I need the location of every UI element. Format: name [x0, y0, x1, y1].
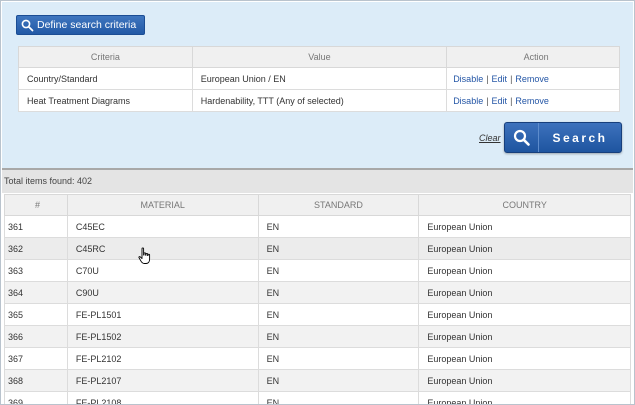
- disable-link[interactable]: Disable: [453, 96, 483, 106]
- row-number: 364: [4, 281, 68, 304]
- row-country: European Union: [418, 325, 631, 348]
- separator: |: [486, 95, 489, 106]
- table-row[interactable]: 363 C70U EN European Union: [4, 259, 631, 282]
- search-icon: [505, 123, 539, 152]
- clear-link[interactable]: Clear: [479, 133, 501, 143]
- search-button-label: Search: [552, 130, 608, 145]
- table-row[interactable]: 361 C45EC EN European Union: [4, 215, 631, 238]
- app-frame: Define search criteria Criteria Value Ac…: [0, 0, 635, 405]
- row-country: European Union: [418, 281, 631, 304]
- criteria-name: Heat Treatment Diagrams: [18, 89, 193, 112]
- row-standard: EN: [257, 215, 420, 238]
- row-country: European Union: [418, 259, 631, 282]
- row-material: C45EC: [66, 215, 259, 238]
- remove-link[interactable]: Remove: [515, 96, 549, 106]
- material-column-header[interactable]: MATERIAL: [66, 194, 259, 216]
- standard-column-header[interactable]: STANDARD: [257, 194, 420, 216]
- row-number: 366: [4, 325, 68, 348]
- row-standard: EN: [257, 347, 420, 370]
- criteria-actions: Disable | Edit | Remove: [446, 89, 620, 112]
- criteria-actions: Disable | Edit | Remove: [446, 67, 620, 90]
- edit-link[interactable]: Edit: [492, 96, 508, 106]
- table-row[interactable]: 366 FE-PL1502 EN European Union: [4, 325, 631, 348]
- row-material: C70U: [66, 259, 259, 282]
- table-row[interactable]: 367 FE-PL2102 EN European Union: [4, 347, 631, 370]
- define-search-criteria-label: Define search criteria: [37, 19, 137, 31]
- number-column-header[interactable]: #: [4, 194, 68, 216]
- criteria-row: Country/Standard European Union / EN Dis…: [18, 67, 620, 90]
- disable-link[interactable]: Disable: [453, 74, 483, 84]
- row-country: European Union: [418, 347, 631, 370]
- search-button[interactable]: Search: [504, 122, 622, 153]
- row-country: European Union: [418, 303, 631, 326]
- row-country: European Union: [418, 215, 631, 238]
- row-number: 368: [4, 369, 68, 392]
- row-standard: EN: [257, 281, 420, 304]
- row-country: European Union: [418, 391, 631, 404]
- table-row[interactable]: 364 C90U EN European Union: [4, 281, 631, 304]
- criteria-value: European Union / EN: [191, 67, 448, 90]
- row-material: FE-PL2107: [66, 369, 259, 392]
- table-row[interactable]: 365 FE-PL1501 EN European Union: [4, 303, 631, 326]
- row-material: FE-PL1501: [66, 303, 259, 326]
- action-header: Action: [446, 46, 620, 68]
- separator: |: [510, 95, 513, 106]
- total-items-found: Total items found: 402: [2, 170, 633, 193]
- country-column-header[interactable]: COUNTRY: [418, 194, 631, 216]
- criteria-header: Criteria: [18, 46, 193, 68]
- row-number: 363: [4, 259, 68, 282]
- results-table: # MATERIAL STANDARD COUNTRY 361 C45EC EN…: [4, 194, 631, 404]
- row-material: FE-PL1502: [66, 325, 259, 348]
- row-standard: EN: [257, 237, 420, 260]
- table-row[interactable]: 362 C45RC EN European Union: [4, 237, 631, 260]
- row-number: 362: [4, 237, 68, 260]
- edit-link[interactable]: Edit: [492, 74, 508, 84]
- row-standard: EN: [257, 325, 420, 348]
- criteria-row: Heat Treatment Diagrams Hardenability, T…: [18, 89, 620, 112]
- row-material: FE-PL2102: [66, 347, 259, 370]
- criteria-name: Country/Standard: [18, 67, 193, 90]
- row-standard: EN: [257, 391, 420, 404]
- row-number: 361: [4, 215, 68, 238]
- row-standard: EN: [257, 303, 420, 326]
- row-number: 365: [4, 303, 68, 326]
- row-material: C45RC: [66, 237, 259, 260]
- row-country: European Union: [418, 369, 631, 392]
- row-number: 367: [4, 347, 68, 370]
- remove-link[interactable]: Remove: [515, 74, 549, 84]
- search-criteria-panel: Define search criteria Criteria Value Ac…: [2, 2, 633, 168]
- separator: |: [510, 73, 513, 84]
- value-header: Value: [191, 46, 448, 68]
- row-standard: EN: [257, 259, 420, 282]
- separator: |: [486, 73, 489, 84]
- criteria-value: Hardenability, TTT (Any of selected): [191, 89, 448, 112]
- define-search-criteria-button[interactable]: Define search criteria: [16, 15, 145, 35]
- row-number: 369: [4, 391, 68, 404]
- row-material: FE-PL2108: [66, 391, 259, 404]
- row-standard: EN: [257, 369, 420, 392]
- table-row[interactable]: 369 FE-PL2108 EN European Union: [4, 391, 631, 404]
- row-country: European Union: [418, 237, 631, 260]
- criteria-table: Criteria Value Action Country/Standard E…: [18, 46, 620, 112]
- table-row[interactable]: 368 FE-PL2107 EN European Union: [4, 369, 631, 392]
- row-material: C90U: [66, 281, 259, 304]
- search-icon: [21, 19, 34, 32]
- hand-cursor-icon: [138, 247, 152, 265]
